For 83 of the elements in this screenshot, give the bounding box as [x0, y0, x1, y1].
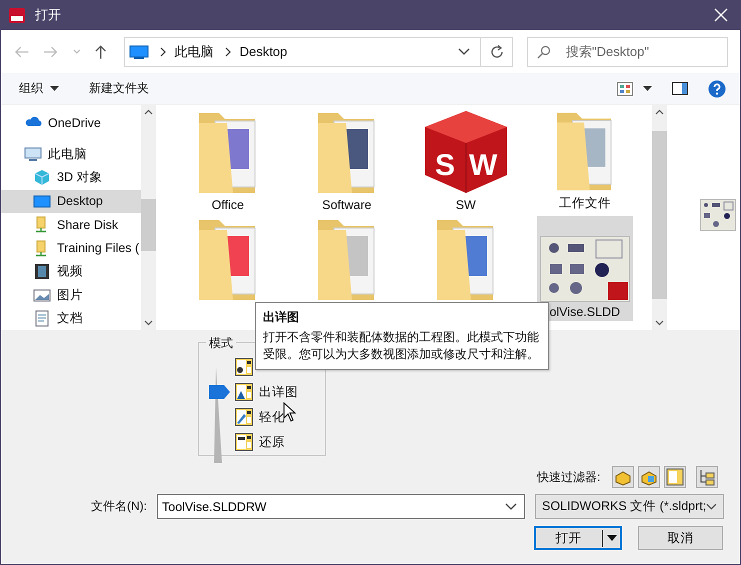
preview-pane-icon[interactable]: [672, 82, 688, 95]
scroll-up-icon[interactable]: [655, 109, 664, 115]
logo-letter: S: [434, 149, 455, 182]
sidebar-item[interactable]: 此电脑: [1, 142, 141, 166]
pointer-icon: [209, 385, 231, 399]
file-item[interactable]: olVise.SLDD: [536, 216, 633, 321]
breadcrumb[interactable]: Desktop: [240, 44, 288, 59]
file-name: SW: [456, 198, 476, 212]
search-icon: [537, 44, 552, 58]
file-item[interactable]: S W SW: [418, 109, 514, 214]
drawing-mode-icon: [235, 408, 253, 426]
search-field[interactable]: 搜索"Desktop": [527, 36, 728, 66]
mouse-cursor-icon: [283, 402, 297, 422]
mode-option[interactable]: 出详图: [209, 383, 325, 401]
help-icon[interactable]: [708, 80, 726, 98]
sidebar-item[interactable]: 图片: [1, 284, 141, 307]
drawing-mode-icon: [235, 358, 253, 376]
dropdown-chevron-icon: [706, 502, 717, 510]
chevron-right-icon: [158, 46, 167, 56]
preview-thumbnail-icon: [700, 199, 736, 231]
sidebar-item[interactable]: Training Files (: [1, 236, 141, 260]
scrollbar-thumb[interactable]: [652, 131, 668, 299]
filter-button[interactable]: [696, 466, 718, 488]
logo-letter: W: [468, 149, 498, 182]
dropdown-chevron-icon[interactable]: [458, 48, 470, 56]
cube-icon: [33, 169, 51, 186]
file-item[interactable]: Software: [298, 109, 395, 214]
filter-label: 快速过滤器:: [537, 468, 600, 486]
file-name-field[interactable]: ToolVise.SLDDRW: [157, 494, 525, 519]
window-title: 打开: [35, 6, 61, 24]
sidebar-item[interactable]: 3D 对象: [1, 166, 141, 190]
file-name: Software: [322, 198, 372, 212]
cancel-button[interactable]: 取消: [638, 526, 723, 550]
field-label: 文件名(N):: [91, 498, 147, 515]
file-item[interactable]: Office: [180, 109, 276, 214]
scrollbar-thumb[interactable]: [140, 199, 156, 251]
sidebar-item[interactable]: Share Disk: [1, 213, 141, 236]
file-name: olVise.SLDD: [549, 305, 620, 319]
picture-icon: [33, 286, 51, 304]
close-icon[interactable]: [714, 8, 728, 22]
sidebar-item[interactable]: 文档: [1, 307, 141, 330]
drawing-mode-icon: [235, 433, 253, 451]
drawing-thumbnail-icon: [540, 236, 630, 302]
sidebar-item[interactable]: 视频: [1, 260, 141, 284]
refresh-icon: [490, 44, 504, 58]
scroll-down-icon[interactable]: [655, 320, 664, 326]
sidebar-item[interactable]: OneDrive: [1, 111, 141, 134]
tooltip-text: 打开不含零件和装配体数据的工程图。此模式下功能受限。您可以为大多数视图添加或修改尺寸和注解。: [263, 329, 540, 363]
mode-option[interactable]: 轻化: [209, 408, 325, 426]
tooltip-title: 出详图: [263, 309, 300, 326]
tree-filter-icon: [698, 468, 716, 486]
breadcrumb[interactable]: 此电脑: [174, 42, 214, 60]
view-options-icon[interactable]: [617, 82, 633, 96]
open-split-button[interactable]: 打开: [534, 526, 622, 550]
computer-icon: [24, 146, 42, 163]
app-logo-icon: [8, 6, 26, 24]
file-name: 工作文件: [558, 195, 611, 212]
dropdown-chevron-icon[interactable]: [505, 503, 517, 511]
file-name: Office: [212, 198, 244, 212]
mode-option[interactable]: 还原: [209, 433, 325, 451]
up-arrow-icon[interactable]: [94, 44, 108, 60]
organize-menu[interactable]: 组织: [11, 76, 67, 101]
sidebar-item[interactable]: Desktop: [1, 190, 141, 213]
computer-icon: [128, 44, 149, 58]
caret-icon: [50, 86, 59, 91]
scroll-up-icon[interactable]: [144, 109, 153, 115]
filter-button[interactable]: [612, 466, 634, 488]
refresh-button[interactable]: [481, 36, 514, 66]
caret-icon[interactable]: [643, 86, 652, 91]
drawing-mode-icon: [235, 383, 253, 401]
caret-icon: [607, 535, 617, 541]
new-folder-button[interactable]: 新建文件夹: [81, 76, 157, 101]
filter-button[interactable]: [638, 466, 660, 488]
document-icon: [33, 310, 51, 328]
drawing-filter-icon: [666, 468, 684, 486]
address-bar[interactable]: 此电脑 Desktop: [124, 36, 482, 66]
file-item[interactable]: 工作文件: [536, 109, 633, 214]
desktop-icon: [33, 192, 51, 210]
filter-button[interactable]: [664, 466, 686, 488]
file-type-dropdown[interactable]: SOLIDWORKS 文件 (*.sldprt;: [535, 494, 724, 519]
film-icon: [33, 263, 51, 280]
scroll-down-icon[interactable]: [144, 320, 153, 326]
chevron-right-icon: [224, 46, 232, 56]
